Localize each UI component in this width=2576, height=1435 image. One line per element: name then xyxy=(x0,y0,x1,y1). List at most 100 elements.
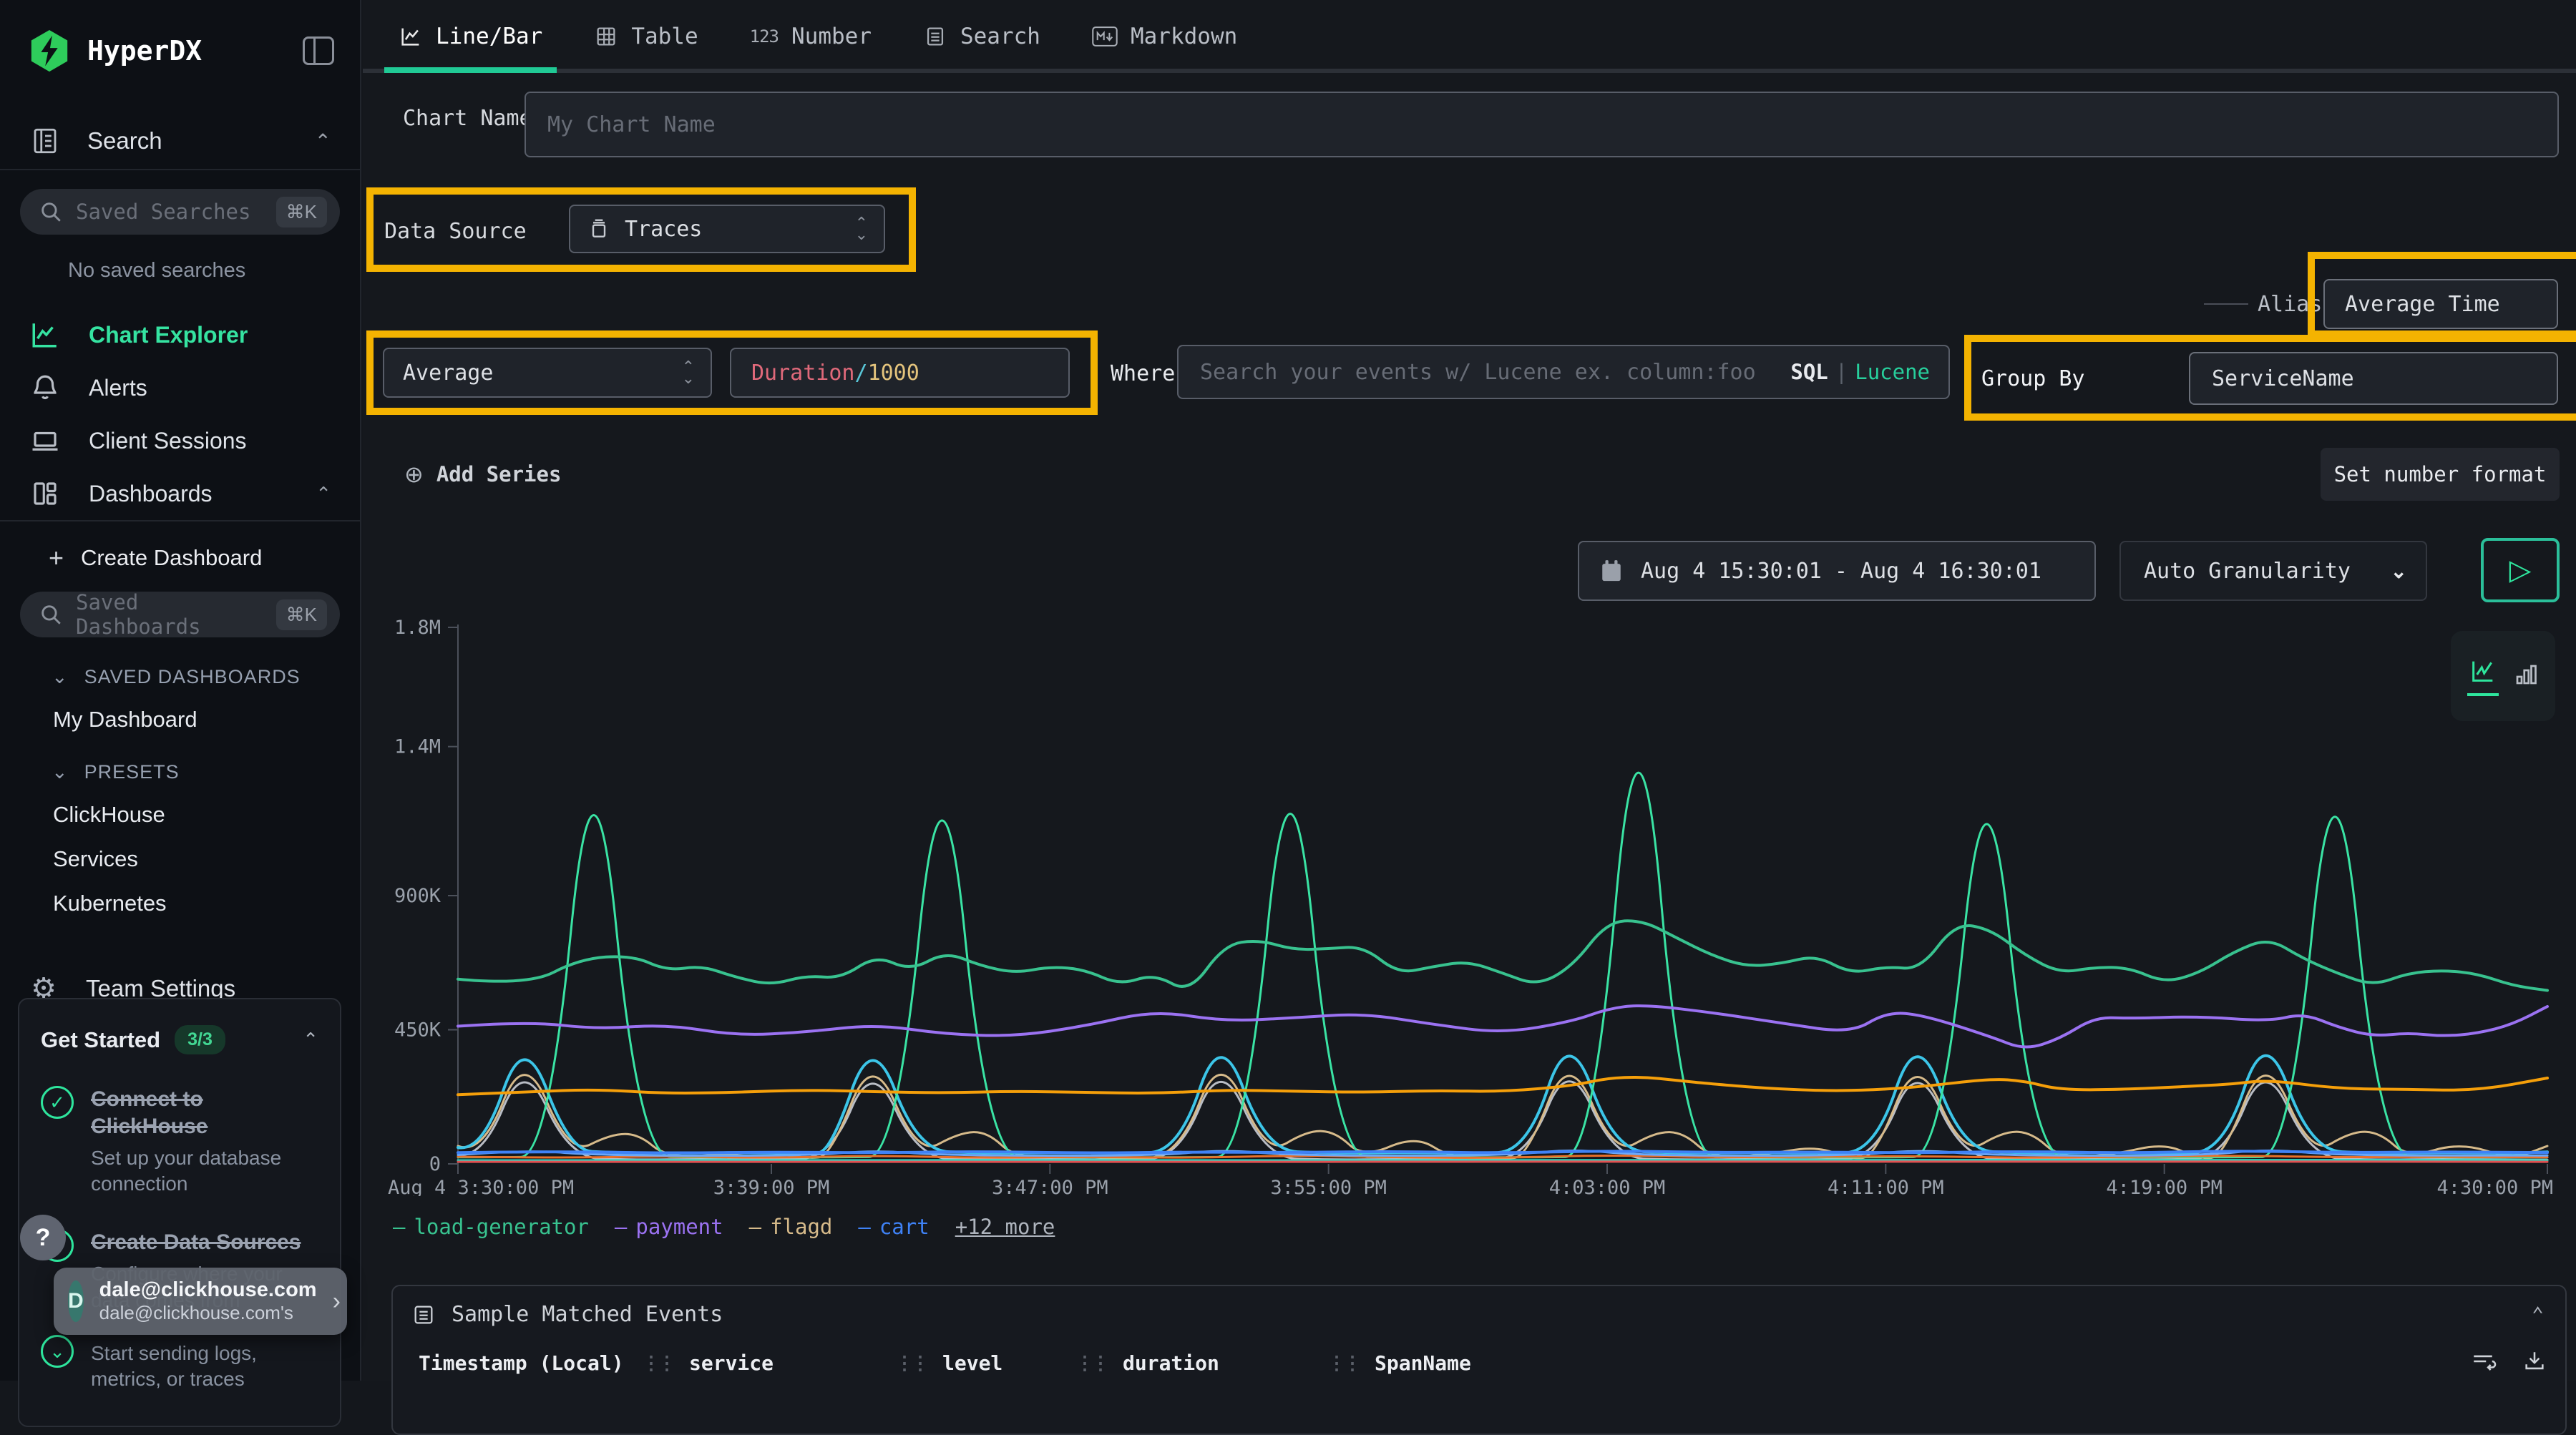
chart-name-input[interactable]: My Chart Name xyxy=(525,92,2559,157)
sidebar-item-kubernetes[interactable]: Kubernetes xyxy=(0,872,360,916)
saved-dashboards-placeholder: Saved Dashboards xyxy=(76,590,263,639)
lucene-mode[interactable]: Lucene xyxy=(1855,360,1930,384)
chevron-down-icon: ⌄ xyxy=(52,761,69,783)
svg-text:4:03:00 PM: 4:03:00 PM xyxy=(1549,1177,1666,1196)
user-menu[interactable]: D dale@clickhouse.com dale@clickhouse.co… xyxy=(54,1268,347,1335)
where-input[interactable]: Search your events w/ Lucene ex. column:… xyxy=(1177,345,1950,399)
bell-icon xyxy=(29,373,62,403)
tab-search[interactable]: Search xyxy=(923,0,1040,73)
expression-input[interactable]: Duration/1000 xyxy=(730,348,1070,398)
column-resize-handle[interactable]: ⋮⋮ xyxy=(1327,1353,1375,1374)
chevron-circle-icon: ⌄ xyxy=(41,1335,74,1368)
run-query-button[interactable]: ▷ xyxy=(2481,538,2560,602)
sidebar-section-search[interactable]: Search ⌃ xyxy=(0,113,360,169)
column-header[interactable]: duration xyxy=(1123,1351,1219,1375)
column-resize-handle[interactable]: ⋮⋮ xyxy=(1075,1353,1123,1374)
sample-events-card: Sample Matched Events ⌃ Timestamp (Local… xyxy=(391,1285,2567,1435)
database-icon xyxy=(587,217,610,240)
sql-mode[interactable]: SQL xyxy=(1790,360,1828,384)
sidebar-item-dashboards[interactable]: Dashboards ⌃ xyxy=(0,467,360,520)
query-language-toggle[interactable]: SQL|Lucene xyxy=(1790,360,1948,384)
legend-dash-icon: — xyxy=(749,1215,761,1239)
number-123-icon: 123 xyxy=(750,26,779,46)
sidebar-item-services[interactable]: Services xyxy=(0,828,360,872)
legend-dash-icon: — xyxy=(393,1215,405,1239)
hyperdx-logo-icon xyxy=(27,29,72,73)
legend-more-link[interactable]: +12 more xyxy=(955,1215,1055,1239)
wrap-lines-icon[interactable] xyxy=(2469,1349,2497,1377)
no-saved-searches-text: No saved searches xyxy=(0,235,360,283)
tab-number[interactable]: 123 Number xyxy=(750,0,872,73)
chevron-up-icon[interactable]: ⌃ xyxy=(2532,1303,2544,1326)
legend-item[interactable]: — payment xyxy=(615,1215,723,1239)
svg-text:3:39:00 PM: 3:39:00 PM xyxy=(713,1177,830,1196)
alias-input[interactable]: Average Time xyxy=(2323,279,2558,329)
group-by-input[interactable]: ServiceName xyxy=(2189,352,2558,405)
get-started-progress-badge: 3/3 xyxy=(175,1025,225,1054)
saved-dashboards-input[interactable]: Saved Dashboards ⌘K xyxy=(20,592,340,637)
svg-text:4:19:00 PM: 4:19:00 PM xyxy=(2106,1177,2223,1196)
add-series-button[interactable]: ⊕ Add Series xyxy=(404,461,561,488)
presets-group[interactable]: ⌄ PRESETS xyxy=(0,733,360,783)
plus-icon: + xyxy=(49,543,64,573)
column-resize-handle[interactable]: ⋮⋮ xyxy=(642,1353,689,1374)
chart-legend: — load-generator — payment — flagd — car… xyxy=(393,1215,1055,1239)
group-by-label: Group By xyxy=(1981,366,2085,391)
get-started-item-connect[interactable]: ✓ Connect to ClickHouse Set up your data… xyxy=(41,1086,318,1198)
legend-dash-icon: — xyxy=(615,1215,627,1239)
help-button[interactable]: ? xyxy=(20,1215,66,1260)
sidebar-item-my-dashboard[interactable]: My Dashboard xyxy=(0,688,360,733)
chevron-up-icon[interactable]: ⌃ xyxy=(303,1029,318,1051)
laptop-icon xyxy=(29,426,62,456)
search-icon xyxy=(39,200,63,224)
select-chevrons-icon: ⌃⌄ xyxy=(855,217,884,240)
sidebar-item-team-settings[interactable]: ⚙ Team Settings xyxy=(0,916,360,1005)
avatar: D xyxy=(68,1280,84,1322)
column-header[interactable]: service xyxy=(689,1351,774,1375)
create-dashboard-button[interactable]: + Create Dashboard xyxy=(0,521,360,573)
column-header[interactable]: Timestamp (Local) xyxy=(419,1351,624,1375)
svg-text:3:55:00 PM: 3:55:00 PM xyxy=(1270,1177,1387,1196)
play-icon: ▷ xyxy=(2509,554,2532,587)
time-range-picker[interactable]: Aug 4 15:30:01 - Aug 4 16:30:01 xyxy=(1578,541,2096,601)
chart-line-icon xyxy=(29,320,62,350)
set-number-format-button[interactable]: Set number format xyxy=(2321,448,2560,501)
saved-searches-input[interactable]: Saved Searches ⌘K xyxy=(20,189,340,235)
column-header[interactable]: level xyxy=(942,1351,1002,1375)
get-started-card: Get Started 3/3 ⌃ ✓ Connect to ClickHous… xyxy=(18,998,341,1427)
markdown-icon xyxy=(1092,26,1118,47)
download-icon[interactable] xyxy=(2521,1349,2548,1377)
search-icon xyxy=(39,602,63,627)
tab-markdown[interactable]: Markdown xyxy=(1092,0,1237,73)
alias-connector-line xyxy=(2204,303,2248,305)
tab-line-bar[interactable]: Line/Bar xyxy=(399,0,542,73)
chevron-up-icon[interactable]: ⌃ xyxy=(315,129,331,153)
svg-text:450K: 450K xyxy=(394,1019,441,1042)
sidebar-item-client-sessions[interactable]: Client Sessions xyxy=(0,414,360,467)
tab-table[interactable]: Table xyxy=(594,0,698,73)
chevron-down-icon: ⌄ xyxy=(52,666,69,688)
collapse-sidebar-icon[interactable] xyxy=(303,36,334,65)
legend-item[interactable]: — load-generator xyxy=(393,1215,589,1239)
sidebar-search-label: Search xyxy=(87,127,162,155)
chart-name-label: Chart Name xyxy=(403,106,532,131)
legend-item[interactable]: — flagd xyxy=(749,1215,833,1239)
dashboards-icon xyxy=(29,479,62,509)
column-header[interactable]: SpanName xyxy=(1375,1351,1471,1375)
sidebar-item-clickhouse[interactable]: ClickHouse xyxy=(0,783,360,828)
chevron-up-icon[interactable]: ⌃ xyxy=(316,483,331,505)
user-email: dale@clickhouse.com xyxy=(99,1278,317,1302)
user-team: dale@clickhouse.com's xyxy=(99,1302,317,1324)
legend-item[interactable]: — cart xyxy=(858,1215,929,1239)
aggregation-select[interactable]: Average ⌃⌄ xyxy=(383,348,712,398)
sidebar-item-chart-explorer[interactable]: Chart Explorer xyxy=(0,308,360,361)
timeseries-chart[interactable]: 1.8M1.4M900K450K0Aug 4 3:30:00 PM3:39:00… xyxy=(386,617,2562,1196)
granularity-select[interactable]: Auto Granularity ⌄ xyxy=(2119,541,2427,601)
column-resize-handle[interactable]: ⋮⋮ xyxy=(895,1353,942,1374)
saved-dashboards-group[interactable]: ⌄ SAVED DASHBOARDS xyxy=(0,637,360,688)
data-source-select[interactable]: Traces ⌃⌄ xyxy=(569,205,885,253)
line-chart-icon xyxy=(399,24,423,49)
sidebar-item-alerts[interactable]: Alerts xyxy=(0,361,360,414)
chevron-right-icon: › xyxy=(333,1288,341,1316)
get-started-item-send-data[interactable]: ⌄ Start sending logs, metrics, or traces xyxy=(41,1335,318,1393)
